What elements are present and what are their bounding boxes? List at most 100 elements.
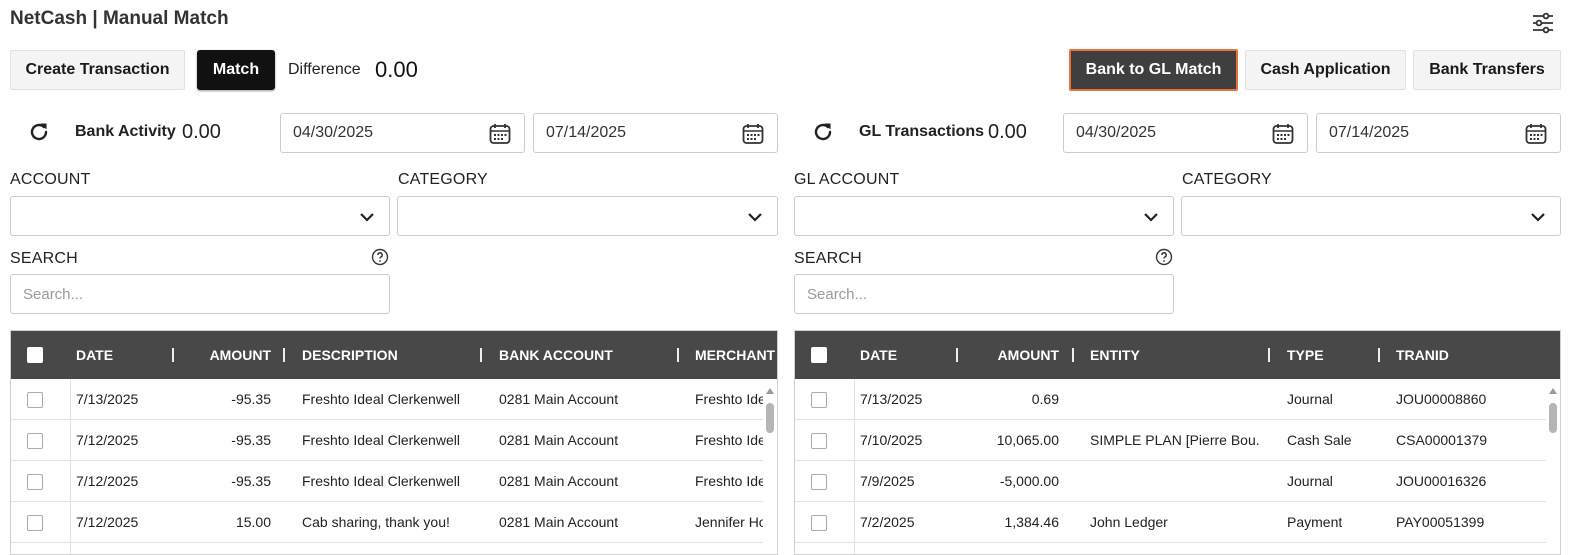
column-separator[interactable] [1072,348,1074,362]
bank-date-to-value: 07/14/2025 [546,124,627,141]
difference-label: Difference [288,61,361,78]
select-all-checkbox[interactable] [811,347,827,363]
create-transaction-button[interactable]: Create Transaction [10,50,185,90]
cell-description: Cab sharing, thank you! [302,514,450,530]
gl-transactions-total: 0.00 [988,121,1027,143]
cell-entity: SIMPLE PLAN [Pierre Bou... [1090,432,1260,448]
row-checkbox[interactable] [27,474,43,490]
cell-date: 7/13/2025 [860,391,923,407]
row-checkbox[interactable] [27,515,43,531]
select-all-checkbox[interactable] [27,347,43,363]
column-header-tranid[interactable]: TRANID [1396,331,1449,379]
match-button[interactable]: Match [197,50,275,90]
cell-tranid: JOU00008860 [1396,391,1487,407]
chevron-down-icon [1144,213,1158,222]
cell-description: Freshto Ideal Clerkenwell [302,391,460,407]
gl-category-select[interactable] [1181,196,1561,236]
column-separator[interactable] [1268,348,1270,362]
bank-to-gl-match-button[interactable]: Bank to GL Match [1069,49,1238,91]
cell-date: 7/12/2025 [76,473,139,489]
calendar-icon[interactable] [1271,122,1295,146]
refresh-icon[interactable] [27,120,51,144]
table-row[interactable]: 7/9/2025 -5,000.00 Journal JOU00016326 [795,461,1560,502]
table-row[interactable]: 7/13/2025 0.69 Journal JOU00008860 [795,379,1560,420]
row-checkbox[interactable] [811,392,827,408]
cell-date: 7/2/2025 [860,514,915,530]
chevron-down-icon [748,213,762,222]
cash-application-button[interactable]: Cash Application [1245,50,1406,90]
column-header-entity[interactable]: ENTITY [1090,331,1140,379]
gl-date-to-value: 07/14/2025 [1329,124,1410,141]
account-select[interactable] [10,196,390,236]
table-row[interactable]: 7/12/2025 15.00 Cab sharing, thank you! … [11,502,777,543]
scroll-up-icon[interactable] [1549,388,1557,394]
bank-activity-total: 0.00 [182,121,221,143]
scrollbar[interactable] [763,379,777,554]
cell-amount: -5,000.00 [999,473,1059,489]
category-select[interactable] [397,196,778,236]
row-checkbox[interactable] [811,474,827,490]
gl-date-to[interactable]: 07/14/2025 [1316,113,1561,153]
account-label: ACCOUNT [10,171,91,188]
gl-search-input[interactable] [794,274,1174,314]
cell-merchant: Jennifer Ho [695,514,765,530]
cell-amount: -95.35 [231,391,271,407]
column-header-bank-account[interactable]: BANK ACCOUNT [499,331,613,379]
gl-account-select[interactable] [794,196,1174,236]
column-separator[interactable] [956,348,958,362]
scroll-up-icon[interactable] [766,388,774,394]
cell-merchant: Freshto Ide [695,432,765,448]
category-label: CATEGORY [398,171,488,188]
cell-tranid: CSA00001379 [1396,432,1488,448]
cell-merchant: Freshto Ide [695,391,765,407]
calendar-icon[interactable] [488,122,512,146]
column-separator[interactable] [1378,348,1380,362]
table-row[interactable]: 7/13/2025 -95.35 Freshto Ideal Clerkenwe… [11,379,777,420]
gl-transactions-label: GL Transactions [859,123,985,140]
column-header-merchant[interactable]: MERCHANT [695,331,775,379]
settings-sliders-icon[interactable] [1531,11,1555,35]
table-row[interactable]: 7/12/2025 -95.35 Freshto Ideal Clerkenwe… [11,461,777,502]
column-separator[interactable] [677,348,679,362]
bank-transfers-button[interactable]: Bank Transfers [1413,50,1561,90]
column-header-description[interactable]: DESCRIPTION [302,331,398,379]
row-checkbox[interactable] [27,392,43,408]
cell-bank-account: 0281 Main Account [499,473,619,489]
calendar-icon[interactable] [1524,122,1548,146]
calendar-icon[interactable] [741,122,765,146]
column-separator[interactable] [172,348,174,362]
refresh-icon[interactable] [811,120,835,144]
row-checkbox[interactable] [811,515,827,531]
column-header-type[interactable]: TYPE [1287,331,1324,379]
bank-grid-rows: 7/13/2025 -95.35 Freshto Ideal Clerkenwe… [11,379,777,554]
scrollbar-thumb[interactable] [766,403,774,433]
help-icon[interactable] [371,248,389,266]
bank-date-to[interactable]: 07/14/2025 [533,113,778,153]
row-checkbox[interactable] [27,433,43,449]
column-header-date[interactable]: DATE [76,331,113,379]
gl-transactions-grid: DATE AMOUNT ENTITY TYPE TRANID 7/13/2025… [794,330,1561,555]
column-separator[interactable] [283,348,285,362]
row-checkbox[interactable] [811,433,827,449]
table-row[interactable]: 7/2/2025 1,384.46 John Ledger Payment PA… [795,502,1560,543]
gl-date-from[interactable]: 04/30/2025 [1063,113,1308,153]
cell-amount: 10,065.00 [996,432,1059,448]
table-row[interactable]: 7/12/2025 -95.35 Freshto Ideal Clerkenwe… [11,420,777,461]
cell-type: Cash Sale [1287,432,1352,448]
column-header-amount[interactable]: AMOUNT [181,331,271,379]
scrollbar[interactable] [1546,379,1560,554]
column-header-date[interactable]: DATE [860,331,897,379]
table-row[interactable]: 7/10/2025 10,065.00 SIMPLE PLAN [Pierre … [795,420,1560,461]
column-separator[interactable] [480,348,482,362]
scrollbar-thumb[interactable] [1549,403,1557,433]
cell-tranid: PAY00051399 [1396,514,1485,530]
cell-amount: -95.35 [231,473,271,489]
cell-amount: 15.00 [235,514,271,530]
help-icon[interactable] [1155,248,1173,266]
cell-type: Journal [1287,391,1333,407]
cell-date: 7/12/2025 [76,514,139,530]
bank-date-from[interactable]: 04/30/2025 [280,113,525,153]
column-header-amount[interactable]: AMOUNT [965,331,1059,379]
bank-search-input[interactable] [10,274,390,314]
cell-bank-account: 0281 Main Account [499,391,619,407]
